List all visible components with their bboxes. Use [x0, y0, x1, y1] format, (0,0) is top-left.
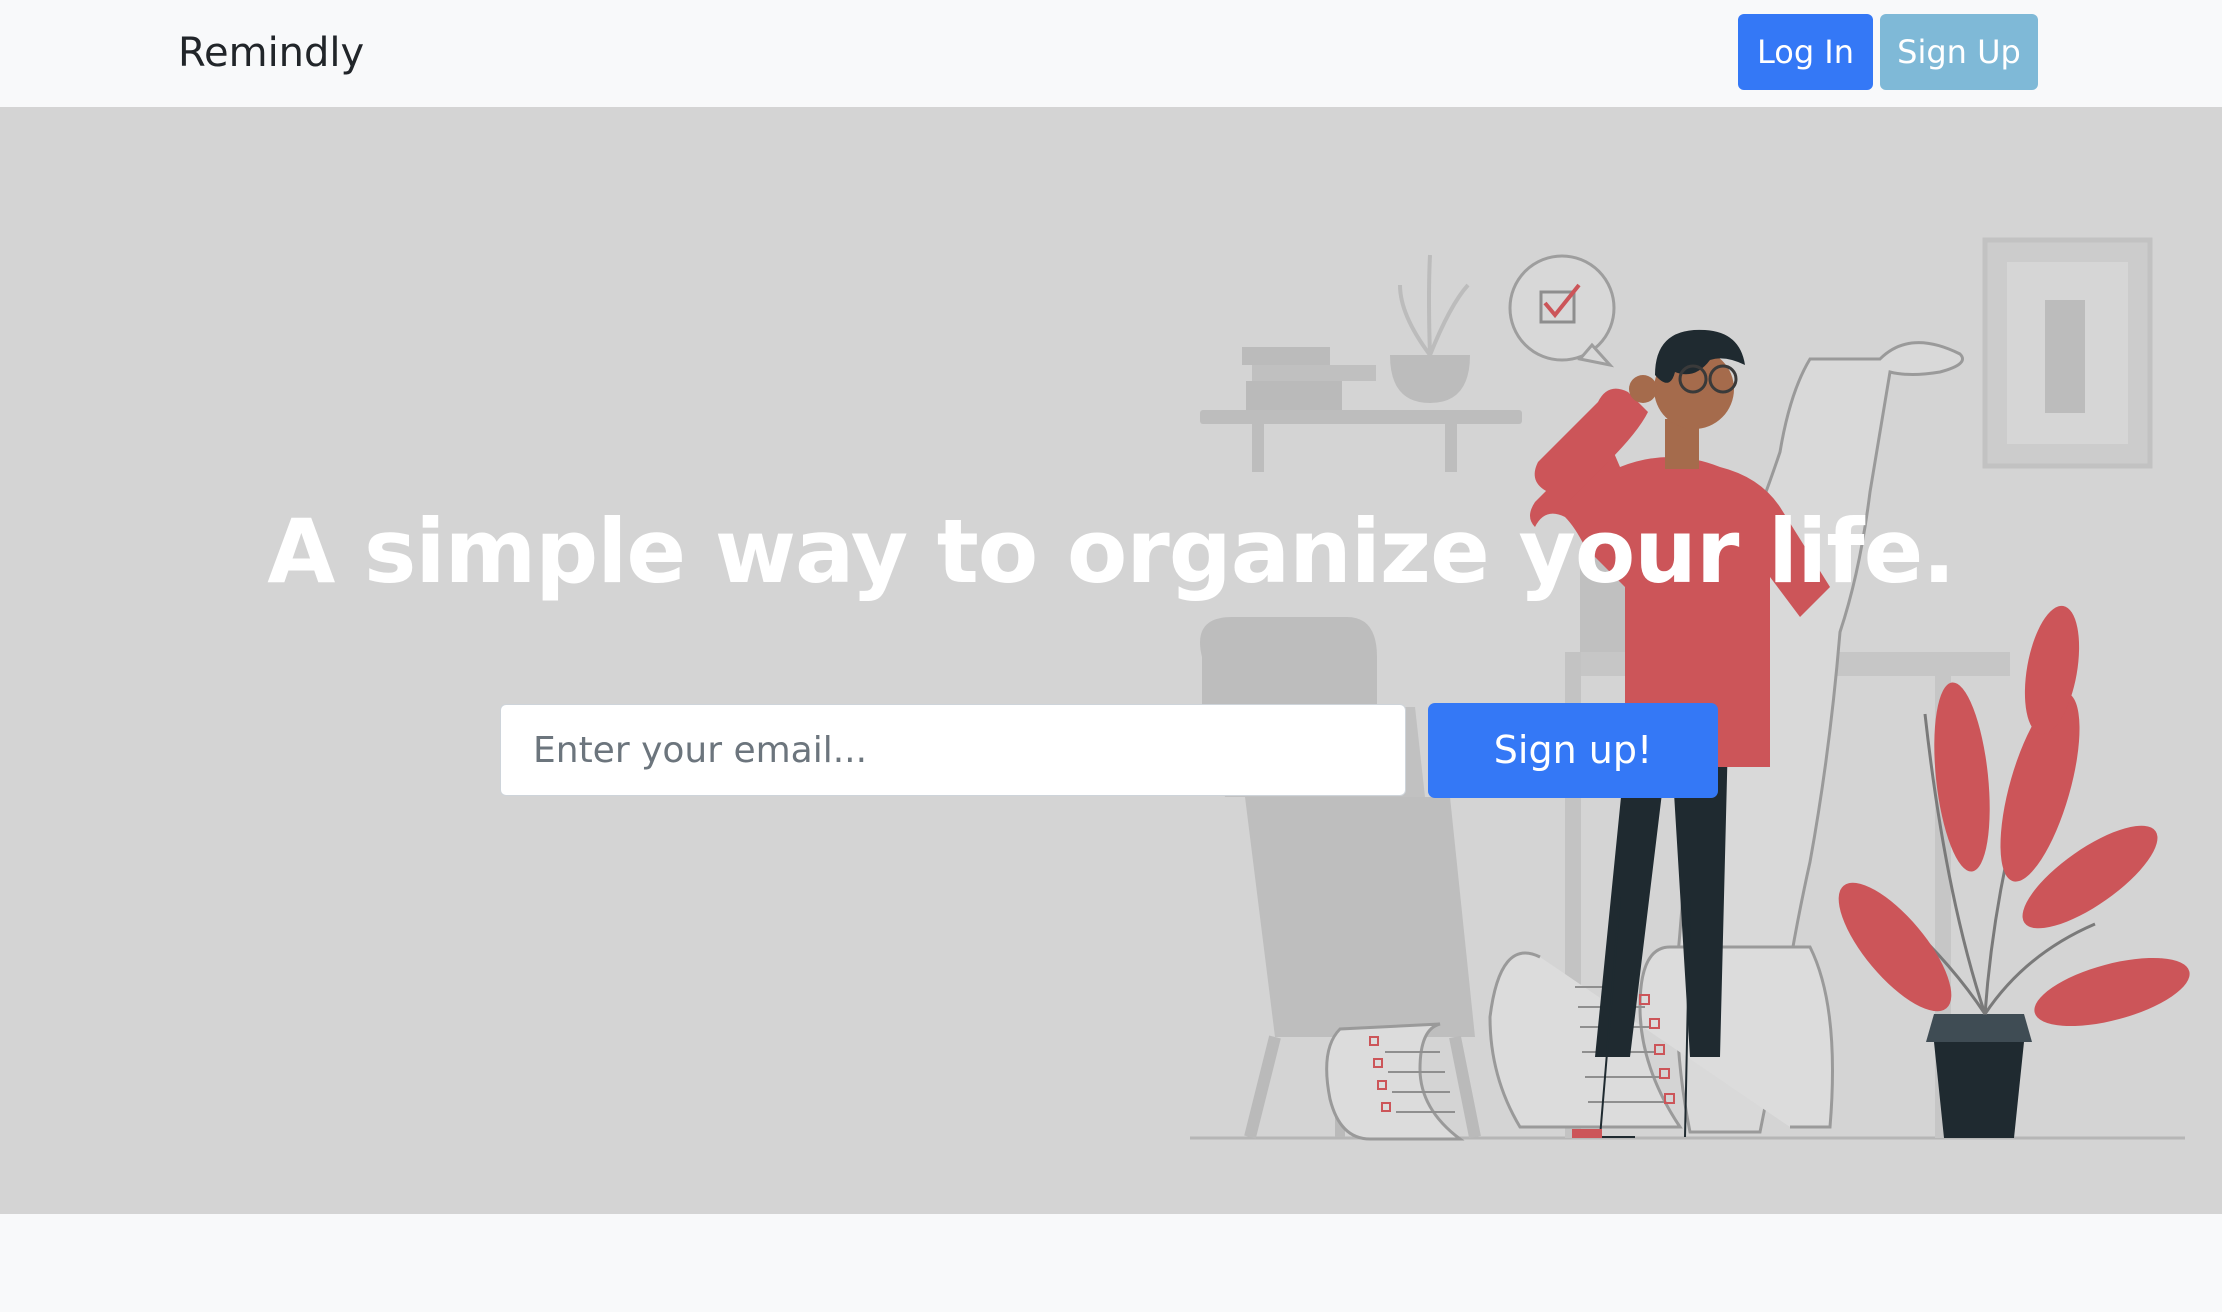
picture-frame-icon — [1982, 237, 2153, 469]
login-button[interactable]: Log In — [1738, 14, 1873, 90]
hero-headline: A simple way to organize your life. — [267, 500, 1955, 603]
brand-logo[interactable]: Remindly — [178, 25, 364, 81]
email-input[interactable] — [500, 704, 1406, 796]
hero-illustration — [1190, 237, 2190, 1141]
shelf-icon — [1200, 254, 1522, 472]
potted-plant-icon — [1838, 605, 2190, 1138]
navbar: Remindly Log In Sign Up — [0, 0, 2222, 107]
hero-section: A simple way to organize your life. Sign… — [0, 107, 2222, 1214]
page-footer-band — [0, 1214, 2222, 1312]
signup-cta-button[interactable]: Sign up! — [1428, 703, 1718, 798]
checkmark-bubble-icon — [1508, 254, 1616, 368]
signup-nav-button[interactable]: Sign Up — [1880, 14, 2038, 90]
